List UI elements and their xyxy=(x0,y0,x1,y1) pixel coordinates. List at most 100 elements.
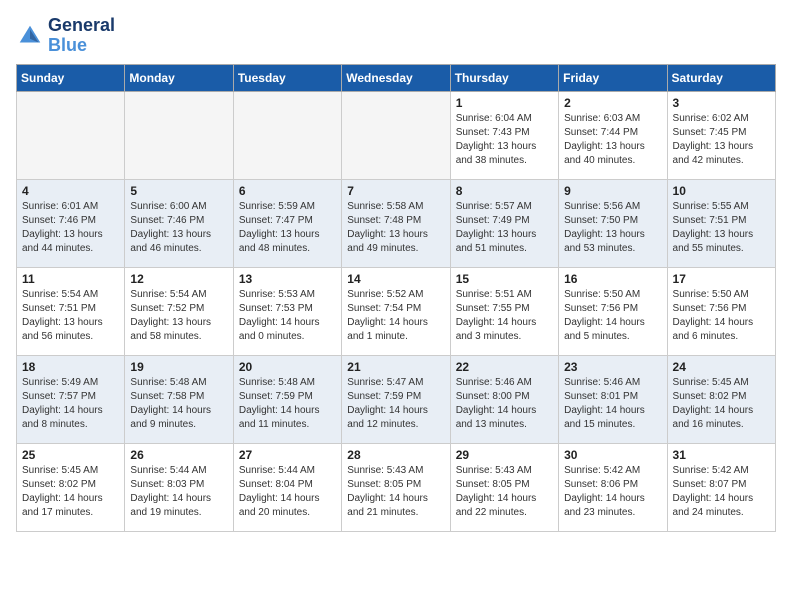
day-detail: Sunrise: 5:48 AM Sunset: 7:58 PM Dayligh… xyxy=(130,376,227,432)
calendar-cell: 28Sunrise: 5:43 AM Sunset: 8:05 PM Dayli… xyxy=(342,443,450,531)
day-detail: Sunrise: 5:54 AM Sunset: 7:52 PM Dayligh… xyxy=(130,288,227,344)
day-detail: Sunrise: 5:43 AM Sunset: 8:05 PM Dayligh… xyxy=(347,464,444,520)
calendar-cell: 14Sunrise: 5:52 AM Sunset: 7:54 PM Dayli… xyxy=(342,267,450,355)
calendar-cell: 19 Sunrise: 5:48 AM Sunset: 7:58 PM Dayli… xyxy=(125,355,233,443)
day-number: 30 xyxy=(564,448,661,462)
day-number: 7 xyxy=(347,184,444,198)
calendar-cell xyxy=(342,91,450,179)
day-number: 5 xyxy=(130,184,227,198)
day-detail: Sunrise: 6:01 AM Sunset: 7:46 PM Dayligh… xyxy=(22,200,119,256)
calendar-cell: 27 Sunrise: 5:44 AM Sunset: 8:04 PM Dayli… xyxy=(233,443,341,531)
calendar-cell: 30 Sunrise: 5:42 AM Sunset: 8:06 PM Dayli… xyxy=(559,443,667,531)
day-number: 27 xyxy=(239,448,336,462)
day-detail: Sunrise: 6:00 AM Sunset: 7:46 PM Dayligh… xyxy=(130,200,227,256)
day-number: 24 xyxy=(673,360,770,374)
day-number: 29 xyxy=(456,448,553,462)
calendar-cell: 10 Sunrise: 5:55 AM Sunset: 7:51 PM Dayli… xyxy=(667,179,775,267)
day-detail: Sunrise: 5:50 AM Sunset: 7:56 PM Dayligh… xyxy=(673,288,770,344)
day-detail: Sunrise: 5:51 AM Sunset: 7:55 PM Dayligh… xyxy=(456,288,553,344)
calendar-cell: 22Sunrise: 5:46 AM Sunset: 8:00 PM Dayli… xyxy=(450,355,558,443)
calendar-cell: 3 Sunrise: 6:02 AM Sunset: 7:45 PM Daylig… xyxy=(667,91,775,179)
day-detail: Sunrise: 5:42 AM Sunset: 8:06 PM Dayligh… xyxy=(564,464,661,520)
logo-icon xyxy=(16,22,44,50)
calendar-cell: 2 Sunrise: 6:03 AM Sunset: 7:44 PM Daylig… xyxy=(559,91,667,179)
day-number: 11 xyxy=(22,272,119,286)
day-detail: Sunrise: 5:47 AM Sunset: 7:59 PM Dayligh… xyxy=(347,376,444,432)
calendar-cell xyxy=(125,91,233,179)
calendar-cell: 16Sunrise: 5:50 AM Sunset: 7:56 PM Dayli… xyxy=(559,267,667,355)
day-number: 14 xyxy=(347,272,444,286)
weekday-header-cell: Sunday xyxy=(17,64,125,91)
day-number: 19 xyxy=(130,360,227,374)
calendar-cell: 18 Sunrise: 5:49 AM Sunset: 7:57 PM Dayli… xyxy=(17,355,125,443)
day-number: 20 xyxy=(239,360,336,374)
day-detail: Sunrise: 5:58 AM Sunset: 7:48 PM Dayligh… xyxy=(347,200,444,256)
calendar-cell: 6 Sunrise: 5:59 AM Sunset: 7:47 PM Daylig… xyxy=(233,179,341,267)
day-detail: Sunrise: 5:53 AM Sunset: 7:53 PM Dayligh… xyxy=(239,288,336,344)
calendar-cell: 25 Sunrise: 5:45 AM Sunset: 8:02 PM Dayli… xyxy=(17,443,125,531)
day-number: 6 xyxy=(239,184,336,198)
day-detail: Sunrise: 5:46 AM Sunset: 8:01 PM Dayligh… xyxy=(564,376,661,432)
calendar-week-row: 25 Sunrise: 5:45 AM Sunset: 8:02 PM Dayli… xyxy=(17,443,776,531)
calendar-cell: 15Sunrise: 5:51 AM Sunset: 7:55 PM Dayli… xyxy=(450,267,558,355)
day-number: 16 xyxy=(564,272,661,286)
day-detail: Sunrise: 5:44 AM Sunset: 8:04 PM Dayligh… xyxy=(239,464,336,520)
calendar-cell: 4Sunrise: 6:01 AM Sunset: 7:46 PM Daylig… xyxy=(17,179,125,267)
day-detail: Sunrise: 5:54 AM Sunset: 7:51 PM Dayligh… xyxy=(22,288,119,344)
calendar-cell: 26Sunrise: 5:44 AM Sunset: 8:03 PM Dayli… xyxy=(125,443,233,531)
logo-text: General Blue xyxy=(48,16,115,56)
day-detail: Sunrise: 6:02 AM Sunset: 7:45 PM Dayligh… xyxy=(673,112,770,168)
weekday-header-cell: Saturday xyxy=(667,64,775,91)
day-detail: Sunrise: 5:48 AM Sunset: 7:59 PM Dayligh… xyxy=(239,376,336,432)
weekday-header-cell: Friday xyxy=(559,64,667,91)
day-detail: Sunrise: 5:45 AM Sunset: 8:02 PM Dayligh… xyxy=(673,376,770,432)
weekday-header-cell: Tuesday xyxy=(233,64,341,91)
calendar-cell: 20 Sunrise: 5:48 AM Sunset: 7:59 PM Dayli… xyxy=(233,355,341,443)
calendar-cell: 24 Sunrise: 5:45 AM Sunset: 8:02 PM Dayli… xyxy=(667,355,775,443)
weekday-header-cell: Thursday xyxy=(450,64,558,91)
calendar-cell: 13 Sunrise: 5:53 AM Sunset: 7:53 PM Dayli… xyxy=(233,267,341,355)
day-number: 8 xyxy=(456,184,553,198)
calendar-cell: 21 Sunrise: 5:47 AM Sunset: 7:59 PM Dayli… xyxy=(342,355,450,443)
calendar-cell: 9Sunrise: 5:56 AM Sunset: 7:50 PM Daylig… xyxy=(559,179,667,267)
calendar-body: 1 Sunrise: 6:04 AM Sunset: 7:43 PM Daylig… xyxy=(17,91,776,531)
day-number: 13 xyxy=(239,272,336,286)
day-detail: Sunrise: 5:42 AM Sunset: 8:07 PM Dayligh… xyxy=(673,464,770,520)
day-detail: Sunrise: 5:59 AM Sunset: 7:47 PM Dayligh… xyxy=(239,200,336,256)
day-number: 26 xyxy=(130,448,227,462)
weekday-header-cell: Wednesday xyxy=(342,64,450,91)
day-detail: Sunrise: 5:55 AM Sunset: 7:51 PM Dayligh… xyxy=(673,200,770,256)
day-number: 12 xyxy=(130,272,227,286)
calendar-cell: 17 Sunrise: 5:50 AM Sunset: 7:56 PM Dayli… xyxy=(667,267,775,355)
calendar-cell: 8 Sunrise: 5:57 AM Sunset: 7:49 PM Daylig… xyxy=(450,179,558,267)
day-number: 25 xyxy=(22,448,119,462)
day-number: 21 xyxy=(347,360,444,374)
logo: General Blue xyxy=(16,16,115,56)
weekday-header-row: SundayMondayTuesdayWednesdayThursdayFrid… xyxy=(17,64,776,91)
day-number: 10 xyxy=(673,184,770,198)
calendar-table: SundayMondayTuesdayWednesdayThursdayFrid… xyxy=(16,64,776,532)
calendar-cell: 23Sunrise: 5:46 AM Sunset: 8:01 PM Dayli… xyxy=(559,355,667,443)
day-detail: Sunrise: 6:04 AM Sunset: 7:43 PM Dayligh… xyxy=(456,112,553,168)
day-detail: Sunrise: 5:49 AM Sunset: 7:57 PM Dayligh… xyxy=(22,376,119,432)
calendar-week-row: 11 Sunrise: 5:54 AM Sunset: 7:51 PM Dayli… xyxy=(17,267,776,355)
day-number: 17 xyxy=(673,272,770,286)
day-number: 9 xyxy=(564,184,661,198)
calendar-cell: 1 Sunrise: 6:04 AM Sunset: 7:43 PM Daylig… xyxy=(450,91,558,179)
calendar-cell: 5 Sunrise: 6:00 AM Sunset: 7:46 PM Daylig… xyxy=(125,179,233,267)
day-number: 3 xyxy=(673,96,770,110)
day-number: 22 xyxy=(456,360,553,374)
calendar-cell: 12 Sunrise: 5:54 AM Sunset: 7:52 PM Dayli… xyxy=(125,267,233,355)
calendar-cell: 31Sunrise: 5:42 AM Sunset: 8:07 PM Dayli… xyxy=(667,443,775,531)
calendar-cell: 11 Sunrise: 5:54 AM Sunset: 7:51 PM Dayli… xyxy=(17,267,125,355)
calendar-week-row: 18 Sunrise: 5:49 AM Sunset: 7:57 PM Dayli… xyxy=(17,355,776,443)
day-number: 1 xyxy=(456,96,553,110)
day-detail: Sunrise: 5:43 AM Sunset: 8:05 PM Dayligh… xyxy=(456,464,553,520)
day-detail: Sunrise: 5:57 AM Sunset: 7:49 PM Dayligh… xyxy=(456,200,553,256)
day-detail: Sunrise: 5:45 AM Sunset: 8:02 PM Dayligh… xyxy=(22,464,119,520)
day-number: 2 xyxy=(564,96,661,110)
day-detail: Sunrise: 6:03 AM Sunset: 7:44 PM Dayligh… xyxy=(564,112,661,168)
calendar-week-row: 1 Sunrise: 6:04 AM Sunset: 7:43 PM Daylig… xyxy=(17,91,776,179)
weekday-header-cell: Monday xyxy=(125,64,233,91)
day-number: 18 xyxy=(22,360,119,374)
